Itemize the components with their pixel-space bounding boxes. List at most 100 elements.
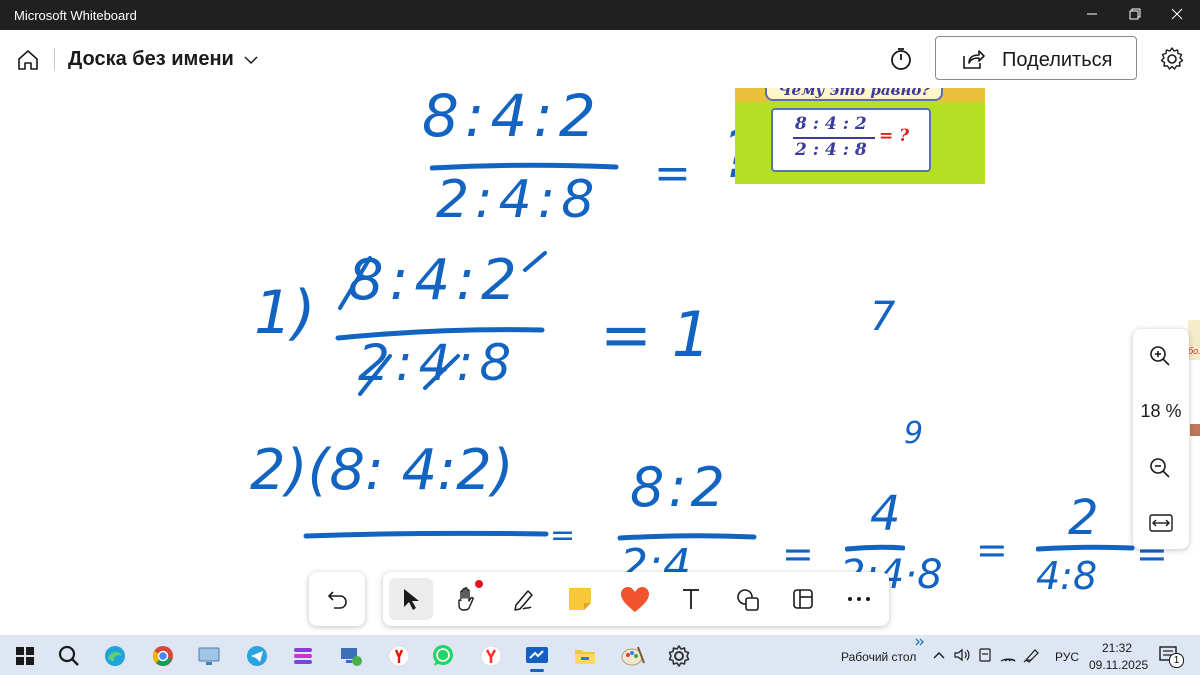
shapes-tool[interactable] — [725, 578, 769, 620]
ink-step1-denominator[interactable]: 2:4:8 — [358, 334, 517, 392]
taskbar-chrome[interactable] — [150, 643, 176, 669]
start-button[interactable] — [12, 643, 38, 669]
volume-icon[interactable] — [953, 647, 971, 663]
whiteboard-canvas[interactable]: 8:4:2 2:4:8 = ? Чему это равно? 8 : 4 : … — [0, 88, 1200, 635]
title-bar: Microsoft Whiteboard — [0, 0, 1200, 30]
chevron-up-icon[interactable] — [932, 649, 946, 661]
task-image-heading: Чему это равно? — [765, 88, 943, 101]
sticky-note-icon — [569, 588, 591, 610]
taskbar-whiteboard[interactable] — [524, 643, 550, 672]
undo-button[interactable] — [309, 572, 365, 626]
taskbar-search[interactable] — [56, 643, 82, 669]
taskbar-yandex[interactable] — [386, 643, 412, 669]
templates-tool[interactable] — [781, 578, 825, 620]
sticky-note-tool[interactable] — [557, 578, 601, 620]
pen-menu-icon[interactable] — [1023, 647, 1041, 663]
ink-step1-result[interactable]: = 1 — [600, 298, 711, 371]
minimize-button[interactable] — [1069, 0, 1115, 30]
zoom-out-icon — [1150, 458, 1170, 478]
pan-tool[interactable] — [445, 578, 489, 620]
shapes-icon — [737, 589, 759, 611]
zoom-panel: 18 % — [1133, 329, 1189, 549]
ink-step2-bars[interactable] — [300, 528, 780, 548]
zoom-in-button[interactable] — [1147, 343, 1173, 369]
restore-button[interactable] — [1112, 0, 1158, 30]
close-button[interactable] — [1154, 0, 1200, 30]
paint-icon — [621, 646, 645, 666]
ink-step2-fraction-numerator[interactable]: 8:2 — [630, 456, 729, 519]
ink-step2-equals-2[interactable]: = — [782, 532, 814, 576]
ink-step2-two[interactable]: 2 — [1068, 490, 1099, 546]
ink-step2-four[interactable]: 4 — [870, 486, 901, 542]
ink-step2-equals-3[interactable]: = — [976, 528, 1008, 572]
remote-desktop-icon — [198, 647, 220, 665]
taskbar-edge[interactable] — [102, 643, 128, 669]
taskbar-remote-desktop[interactable] — [196, 643, 222, 669]
reaction-heart-icon — [621, 587, 649, 612]
taskbar-app-stack[interactable] — [290, 643, 316, 669]
window-title: Microsoft Whiteboard — [14, 8, 137, 23]
taskbar-telegram[interactable] — [244, 643, 270, 669]
clock-time[interactable]: 21:32 — [1102, 641, 1132, 655]
offscreen-image-fragment-2[interactable] — [1190, 424, 1200, 436]
more-icon — [848, 597, 870, 601]
board-title[interactable]: Доска без имени — [68, 48, 234, 71]
text-icon — [683, 589, 699, 609]
offscreen-image-fragment[interactable]: бо. — [1188, 320, 1200, 360]
taskbar-network-monitor[interactable] — [338, 643, 364, 669]
board-title-dropdown[interactable] — [241, 50, 261, 70]
timer-button[interactable] — [887, 45, 915, 73]
task-image-numerator: 8 : 4 : 2 — [795, 114, 867, 134]
wifi-icon[interactable] — [999, 647, 1017, 663]
notification-center-button[interactable]: 1 — [1158, 645, 1184, 668]
ink-top-denominator[interactable]: 2:4:8 — [436, 170, 600, 230]
restore-icon — [1129, 8, 1141, 20]
zoom-level[interactable]: 18 % — [1133, 401, 1189, 422]
undo-icon — [327, 591, 347, 609]
drawing-toolbar — [383, 572, 889, 626]
taskbar-file-explorer[interactable] — [572, 643, 598, 669]
task-image[interactable]: Чему это равно? 8 : 4 : 2 2 : 4 : 8 = ? — [735, 88, 985, 184]
task-image-equals-question: = ? — [879, 126, 910, 146]
home-button[interactable] — [14, 46, 42, 74]
select-tool[interactable] — [389, 578, 433, 620]
ink-step2-denominator-3[interactable]: 4:8 — [1036, 554, 1097, 598]
ink-top-equals[interactable]: = — [654, 148, 691, 199]
chevron-down-icon — [244, 56, 258, 65]
clock-date[interactable]: 09.11.2025 — [1089, 658, 1148, 672]
ink-stray-mark[interactable]: 7 — [870, 294, 895, 340]
header-divider — [54, 48, 55, 70]
taskbar-yandex-browser[interactable] — [478, 643, 504, 669]
ink-step2-equals-1[interactable]: = — [550, 518, 575, 553]
taskbar-settings[interactable] — [666, 643, 692, 669]
share-button[interactable]: Поделиться — [935, 36, 1137, 80]
pen-icon — [514, 590, 533, 611]
pen-tool[interactable] — [501, 578, 545, 620]
storage-icon[interactable] — [977, 647, 993, 663]
text-tool[interactable] — [669, 578, 713, 620]
taskbar-whatsapp[interactable] — [430, 643, 456, 669]
yandex-browser-icon — [480, 645, 502, 667]
ink-step2-small-nine[interactable]: 9 — [904, 416, 923, 451]
language-indicator[interactable]: РУС — [1055, 650, 1079, 664]
desktop-toolbar-expand-icon[interactable] — [914, 637, 926, 647]
file-explorer-icon — [575, 650, 595, 664]
network-monitor-icon — [341, 648, 362, 666]
taskbar-paint[interactable] — [620, 643, 646, 669]
home-icon — [18, 50, 38, 70]
fit-to-screen-button[interactable] — [1149, 514, 1173, 532]
ink-step1-label[interactable]: 1) — [254, 278, 316, 348]
ink-top-numerator[interactable]: 8:4:2 — [422, 88, 602, 150]
ink-step2-bar-4[interactable] — [1036, 544, 1136, 554]
ink-step2-label[interactable]: 2)(8: 4:2) — [250, 438, 514, 503]
chrome-icon — [152, 646, 173, 666]
whiteboard-icon — [526, 647, 548, 663]
zoom-out-button[interactable] — [1147, 455, 1173, 481]
settings-button[interactable] — [1158, 45, 1186, 73]
more-tools[interactable] — [837, 578, 881, 620]
windows-start-icon — [16, 647, 34, 665]
reaction-tool[interactable] — [613, 578, 657, 620]
share-label: Поделиться — [1002, 49, 1113, 71]
task-image-fraction-bar — [793, 137, 875, 139]
desktop-toolbar-label[interactable]: Рабочий стол — [841, 650, 916, 664]
